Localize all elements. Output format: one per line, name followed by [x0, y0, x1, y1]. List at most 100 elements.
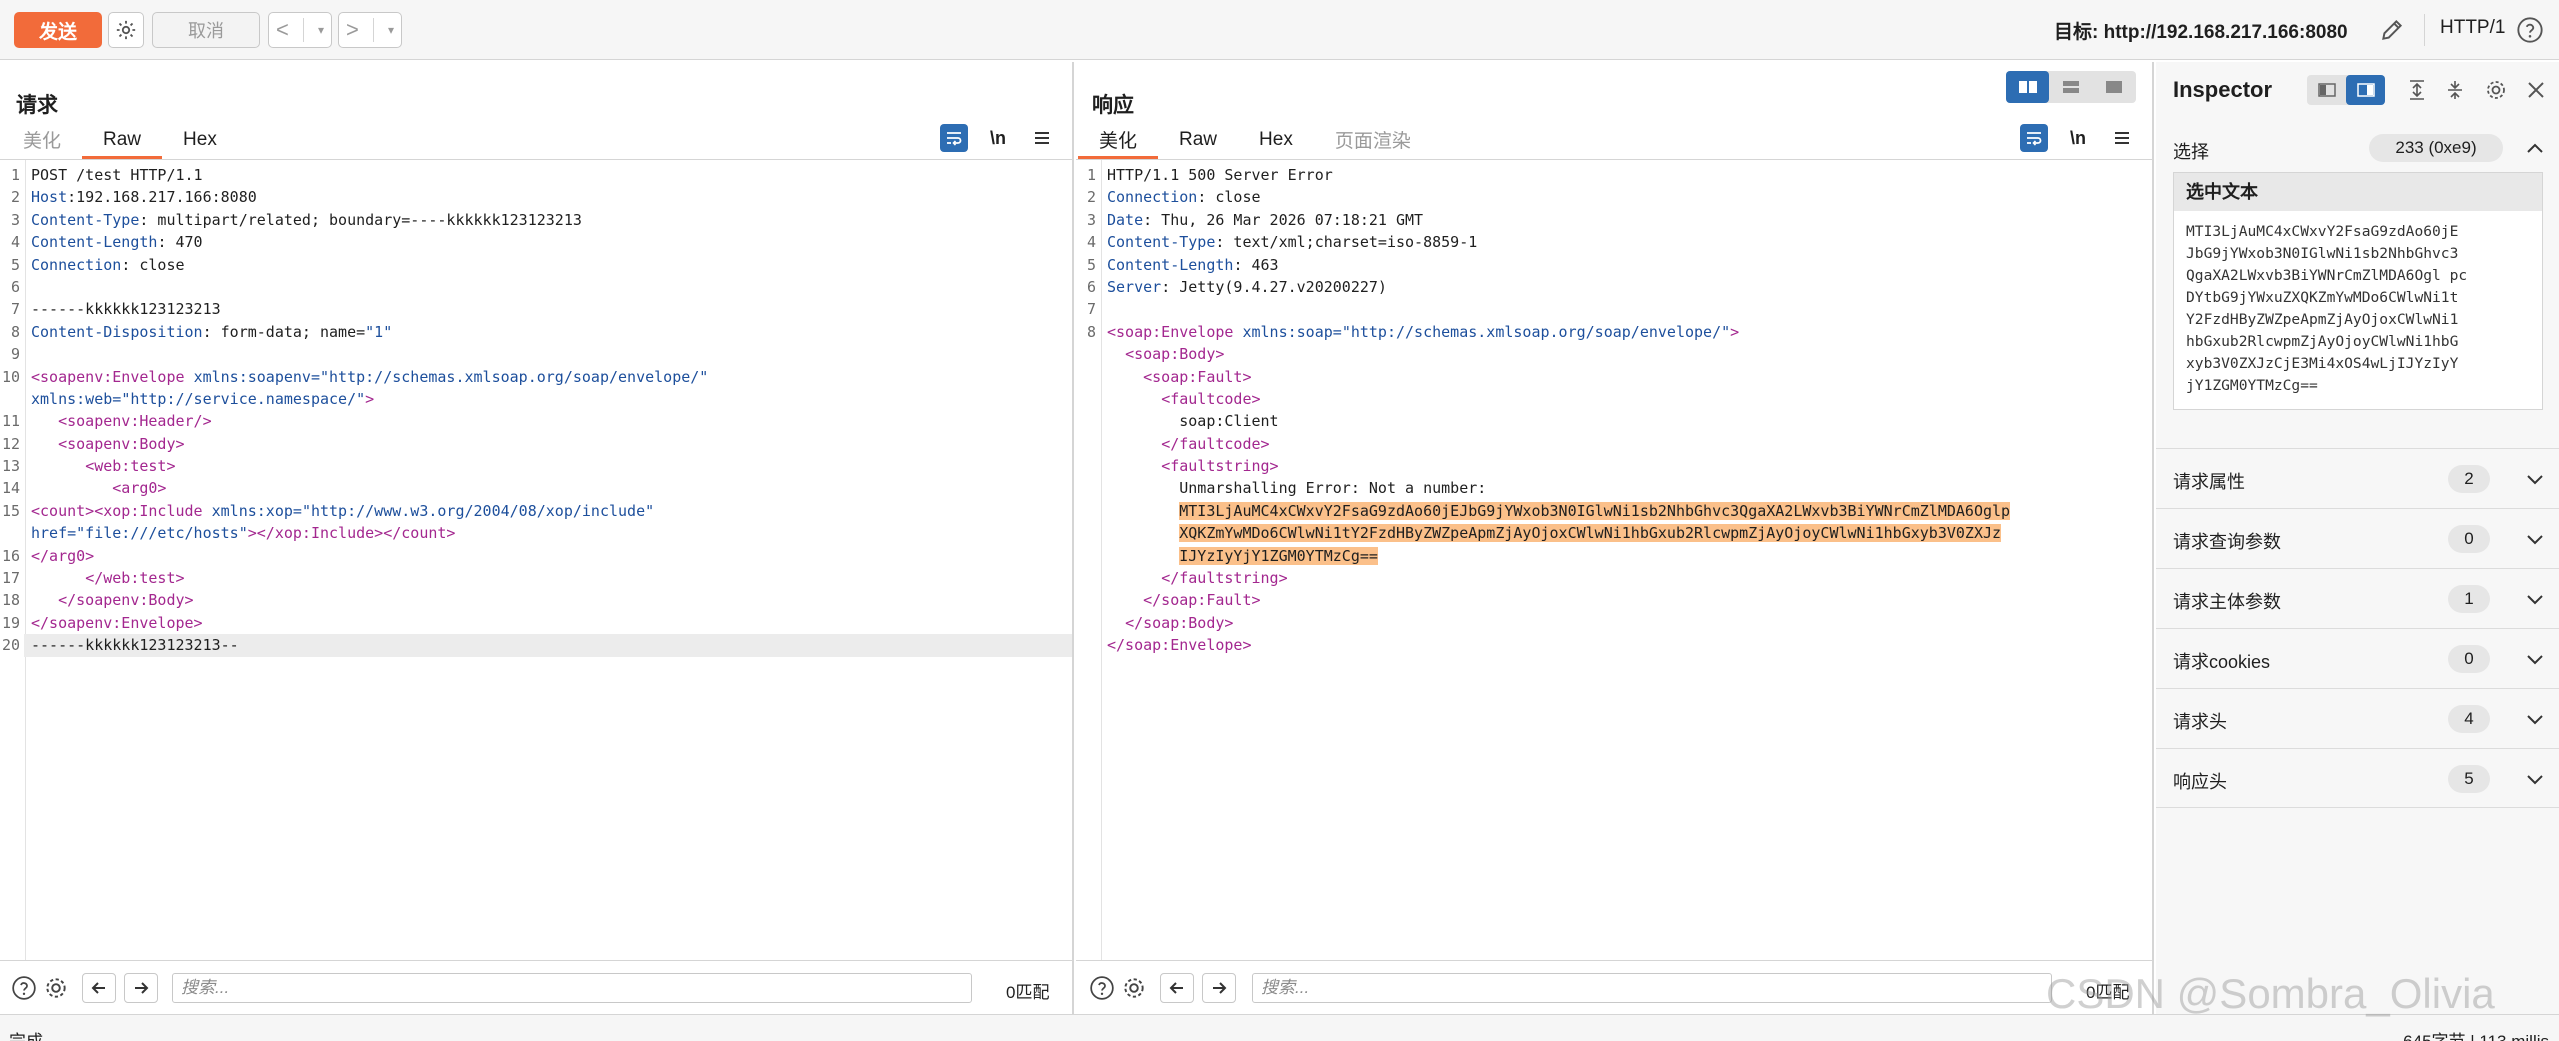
tab-raw[interactable]: Raw: [1158, 123, 1238, 159]
selection-count-badge: 233 (0xe9): [2369, 134, 2503, 162]
response-tabs: 美化 Raw Hex 页面渲染: [1078, 123, 1432, 159]
inspector-layout-left-button[interactable]: [2307, 75, 2346, 105]
search-next-button[interactable]: [1202, 973, 1236, 1003]
section-request-attributes[interactable]: 请求属性 2: [2156, 448, 2559, 508]
chevron-up-icon[interactable]: [2524, 137, 2546, 159]
section-request-cookies[interactable]: 请求cookies 0: [2156, 628, 2559, 688]
back-dropdown-icon[interactable]: ▾: [318, 23, 324, 37]
newline-toggle-button[interactable]: \n: [2070, 124, 2086, 152]
expand-all-button[interactable]: [2402, 75, 2432, 105]
request-settings-button[interactable]: [42, 974, 70, 1002]
request-help-button[interactable]: [10, 974, 38, 1002]
response-search-bar: 搜索... 0匹配: [1076, 960, 2152, 1014]
inspector-title: Inspector: [2173, 77, 2273, 102]
selected-text-box: 选中文本 MTI3LjAuMC4xCWxvY2FsaG9zdAo60jE JbG…: [2173, 172, 2543, 410]
arrow-left-icon: [91, 982, 105, 994]
request-match-count: 0匹配: [1006, 983, 1050, 1002]
chevron-down-icon[interactable]: [2524, 649, 2546, 671]
request-menu-button[interactable]: [1030, 124, 1054, 152]
gear-icon: [2487, 81, 2505, 99]
wrap-toggle-button[interactable]: [940, 124, 968, 152]
help-icon: [12, 976, 36, 1000]
menu-icon: [1035, 132, 1049, 144]
search-previous-button[interactable]: [1160, 973, 1194, 1003]
request-title: 请求: [16, 94, 58, 117]
section-count-badge: 4: [2448, 705, 2490, 733]
arrow-right-icon: [1213, 982, 1227, 994]
tab-render[interactable]: 页面渲染: [1314, 123, 1432, 159]
response-search-input[interactable]: 搜索...: [1252, 973, 2052, 1003]
status-text: 完成: [9, 1027, 43, 1041]
expand-icon: [2410, 80, 2424, 100]
chevron-down-icon[interactable]: [2524, 469, 2546, 491]
settings-button[interactable]: [108, 12, 144, 48]
collapse-all-button[interactable]: [2440, 75, 2470, 105]
inspector-close-button[interactable]: [2521, 75, 2551, 105]
forward-button[interactable]: > ▾: [338, 12, 402, 48]
selection-row[interactable]: 选择 233 (0xe9): [2156, 124, 2559, 170]
help-button[interactable]: [2512, 12, 2548, 48]
watermark: CSDN @Sombra_Olivia: [2046, 970, 2495, 1017]
chevron-down-icon[interactable]: [2524, 529, 2546, 551]
selection-label: 选择: [2173, 142, 2209, 162]
send-button[interactable]: 发送: [14, 12, 102, 48]
inspector-layout-right-button[interactable]: [2346, 75, 2385, 105]
request-tabs: 美化 Raw Hex: [2, 123, 238, 159]
search-next-button[interactable]: [124, 973, 158, 1003]
tab-pretty[interactable]: 美化: [2, 123, 82, 159]
panel-right-icon: [2356, 83, 2375, 97]
search-previous-button[interactable]: [82, 973, 116, 1003]
inspector-panel: Inspector 选择 233 (0xe9) 选中文本 MTI3LjAuMC4…: [2156, 62, 2559, 1014]
newline-toggle-button[interactable]: \n: [990, 124, 1006, 152]
layout-toggle: [2006, 71, 2136, 103]
request-editor[interactable]: 1 POST /test HTTP/1.1 2 Host:192.168.217.1…: [0, 160, 1072, 960]
section-count-badge: 0: [2448, 525, 2490, 553]
section-request-headers[interactable]: 请求头 4: [2156, 688, 2559, 748]
wrap-toggle-button[interactable]: [2020, 124, 2048, 152]
tab-hex[interactable]: Hex: [162, 123, 238, 159]
gear-icon: [116, 20, 136, 40]
tab-hex[interactable]: Hex: [1238, 123, 1314, 159]
layout-tabs-button[interactable]: [2093, 71, 2136, 103]
section-count-badge: 2: [2448, 465, 2490, 493]
selected-text-content[interactable]: MTI3LjAuMC4xCWxvY2FsaG9zdAo60jE JbG9jYWx…: [2174, 211, 2542, 409]
section-label: 请求属性: [2173, 472, 2245, 492]
response-menu-button[interactable]: [2110, 124, 2134, 152]
top-toolbar: 发送 取消 < ▾ > ▾ 目标: http://192.168.217.166…: [0, 0, 2559, 60]
section-count-badge: 5: [2448, 765, 2490, 793]
section-label: 请求查询参数: [2173, 532, 2281, 552]
response-settings-button[interactable]: [1120, 974, 1148, 1002]
response-panel: 响应 美化 Raw Hex 页面渲染 \n 1 HTTP/1.1 500 Serv…: [1076, 62, 2154, 1014]
collapse-icon: [2448, 81, 2462, 99]
cancel-button[interactable]: 取消: [152, 12, 260, 48]
edit-target-button[interactable]: [2374, 12, 2410, 48]
layout-side-by-side-button[interactable]: [2006, 71, 2050, 103]
gear-icon: [46, 978, 66, 998]
section-count-badge: 0: [2448, 645, 2490, 673]
pencil-icon: [2382, 19, 2403, 40]
chevron-down-icon[interactable]: [2524, 709, 2546, 731]
layout-stacked-button[interactable]: [2049, 71, 2092, 103]
gear-icon: [1124, 978, 1144, 998]
section-query-params[interactable]: 请求查询参数 0: [2156, 508, 2559, 568]
request-search-input[interactable]: 搜索...: [172, 973, 972, 1003]
request-search-bar: 搜索... 0匹配: [0, 960, 1072, 1014]
response-editor[interactable]: 1 HTTP/1.1 500 Server Error 2 Connection: …: [1076, 160, 2152, 960]
inspector-settings-button[interactable]: [2481, 75, 2511, 105]
tab-raw[interactable]: Raw: [82, 123, 163, 159]
tab-pretty[interactable]: 美化: [1078, 123, 1159, 159]
section-count-badge: 1: [2448, 585, 2490, 613]
columns-icon: [2018, 81, 2037, 93]
panel-left-icon: [2317, 83, 2336, 97]
section-label: 响应头: [2173, 772, 2227, 792]
section-label: 请求头: [2173, 712, 2227, 732]
section-body-params[interactable]: 请求主体参数 1: [2156, 568, 2559, 628]
response-help-button[interactable]: [1088, 974, 1116, 1002]
http-version-toggle[interactable]: HTTP/1: [2440, 17, 2505, 39]
forward-dropdown-icon[interactable]: ▾: [388, 23, 394, 37]
toolbar-divider: [2424, 14, 2425, 46]
section-response-headers[interactable]: 响应头 5: [2156, 748, 2559, 808]
chevron-down-icon[interactable]: [2524, 589, 2546, 611]
chevron-down-icon[interactable]: [2524, 769, 2546, 791]
back-button[interactable]: < ▾: [268, 12, 332, 48]
